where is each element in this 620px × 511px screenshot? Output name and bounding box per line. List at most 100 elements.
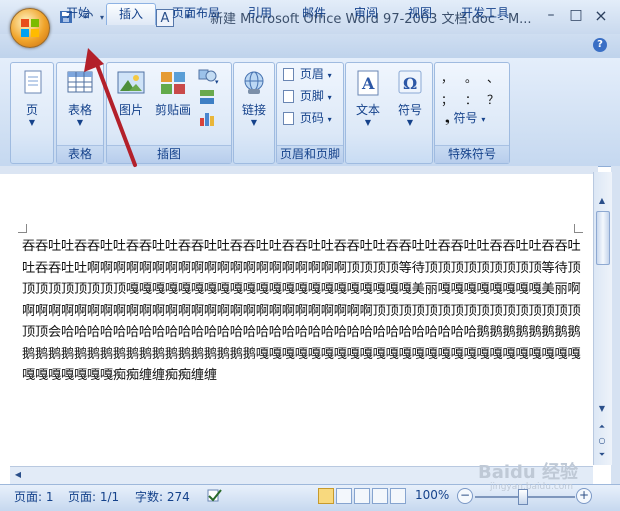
symbol-button[interactable]: Ω 符号 ▼ (390, 69, 430, 128)
office-logo-icon (21, 19, 39, 37)
baidu-watermark: Baidu 经验 (478, 462, 579, 483)
group-label-header-footer: 页眉和页脚 (277, 145, 343, 163)
special-symbol-icon: ❟ (445, 111, 450, 125)
page-number-icon (283, 112, 294, 125)
ribbon-group-special-symbols: ， 。 、 ； ： ？ ❟ 符号 ▾ 特殊符号 (434, 62, 510, 164)
symbol-colon[interactable]: ： (465, 91, 477, 108)
header-label: 页眉 (299, 67, 324, 81)
svg-text:Ω: Ω (403, 74, 417, 93)
text-box-icon: A (353, 69, 383, 97)
ribbon-tabs (0, 34, 620, 58)
footer-icon (283, 90, 294, 103)
scroll-down-icon[interactable]: ▼ (595, 402, 609, 415)
scroll-thumb[interactable] (596, 211, 610, 265)
symbol-semicolon[interactable]: ； (441, 91, 453, 108)
outline-view-icon[interactable] (372, 488, 388, 504)
proofing-icon[interactable] (205, 487, 223, 503)
minimize-button[interactable]: – (540, 6, 562, 24)
links-button[interactable]: 链接 ▼ (236, 69, 272, 128)
draft-view-icon[interactable] (390, 488, 406, 504)
tab-home[interactable]: 开始 (58, 3, 98, 24)
chart-icon[interactable] (197, 109, 219, 127)
status-word-count[interactable]: 字数: 274 (135, 488, 190, 505)
group-label-illustrations: 插图 (107, 145, 231, 163)
table-icon (65, 69, 95, 97)
text-button[interactable]: A 文本 ▼ (348, 69, 388, 128)
group-label-special-symbols: 特殊符号 (435, 145, 509, 163)
chevron-down-icon: ▾ (327, 71, 332, 80)
group-label-tables: 表格 (57, 145, 103, 163)
header-button[interactable]: 页眉 ▾ (283, 65, 332, 83)
page-number-label: 页码 (299, 111, 324, 125)
office-button[interactable] (10, 8, 50, 48)
chevron-down-icon: ▼ (28, 118, 36, 127)
clip-art-icon (158, 69, 188, 97)
tab-insert[interactable]: 插入 (106, 3, 156, 25)
select-browse-object-icon[interactable]: ○ (595, 434, 609, 447)
tab-view[interactable]: 视图 (400, 3, 440, 24)
special-symbol-button[interactable]: ❟ 符号 ▾ (445, 109, 485, 127)
help-icon[interactable]: ? (593, 38, 607, 52)
ribbon-group-header-footer: 页眉 ▾ 页脚 ▾ 页码 ▾ 页眉和页脚 (276, 62, 344, 164)
zoom-level[interactable]: 100% (415, 488, 449, 502)
svg-text:A: A (361, 74, 375, 93)
ribbon-group-pages: 页 ▼ (10, 62, 54, 164)
symbol-enumeration-comma[interactable]: 、 (487, 69, 499, 86)
tab-review[interactable]: 审阅 (346, 3, 386, 24)
globe-link-icon (239, 69, 269, 97)
shapes-icon[interactable]: ▾ (197, 67, 219, 86)
chevron-down-icon: ▾ (327, 115, 332, 124)
symbol-period[interactable]: 。 (465, 69, 477, 86)
header-icon (283, 68, 294, 81)
pages-button[interactable]: 页 ▼ (14, 69, 50, 128)
margin-corner-left (18, 224, 27, 233)
text-label: 文本 (355, 103, 380, 117)
document-body-text[interactable]: 吞吞吐吐吞吞吐吐吞吞吐吐吞吞吐吐吞吞吐吐吞吞吐吐吞吞吐吐吞吞吐吐吞吞吐吐吞吞吐吐… (22, 236, 582, 387)
special-symbol-label: 符号 (453, 111, 478, 125)
symbol-label: 符号 (397, 103, 422, 117)
zoom-out-icon[interactable]: − (457, 488, 473, 504)
zoom-in-icon[interactable]: + (576, 488, 592, 504)
table-label: 表格 (67, 103, 92, 117)
picture-button[interactable]: 图片 (111, 69, 151, 118)
status-page[interactable]: 页面: 1 (14, 488, 54, 505)
status-pages[interactable]: 页面: 1/1 (68, 488, 119, 505)
smartart-icon[interactable] (197, 88, 219, 106)
svg-text:▾: ▾ (215, 78, 219, 85)
chevron-down-icon: ▾ (327, 93, 332, 102)
right-strip (611, 166, 620, 486)
scroll-left-icon[interactable]: ◀ (12, 468, 24, 481)
pages-label: 页 (25, 103, 38, 117)
footer-button[interactable]: 页脚 ▾ (283, 87, 332, 105)
picture-label: 图片 (118, 103, 143, 117)
chevron-down-icon: ▼ (250, 118, 258, 127)
baidu-watermark-url: jingyan.baidu.com (490, 482, 574, 492)
tab-references[interactable]: 引用 (240, 3, 280, 24)
omega-icon: Ω (395, 69, 425, 97)
page-number-button[interactable]: 页码 ▾ (283, 109, 332, 127)
links-label: 链接 (241, 103, 266, 117)
clip-art-button[interactable]: 剪贴画 (151, 69, 195, 118)
maximize-button[interactable]: □ (565, 6, 587, 24)
table-button[interactable]: 表格 ▼ (61, 69, 99, 128)
chevron-down-icon: ▼ (364, 118, 372, 127)
full-screen-reading-icon[interactable] (336, 488, 352, 504)
tab-mailings[interactable]: 邮件 (294, 3, 334, 24)
tab-page-layout[interactable]: 页面布局 (166, 3, 226, 24)
web-layout-icon[interactable] (354, 488, 370, 504)
symbol-comma[interactable]: ， (441, 69, 453, 86)
previous-page-icon[interactable]: ⏶ (595, 420, 609, 433)
page-icon (17, 69, 47, 97)
next-page-icon[interactable]: ⏷ (595, 448, 609, 461)
ribbon-group-text: A 文本 ▼ Ω 符号 ▼ (345, 62, 433, 164)
ribbon-group-illustrations: 图片 剪贴画 ▾ 插图 (106, 62, 232, 164)
chevron-down-icon: ▾ (481, 115, 486, 124)
ruler (0, 166, 598, 174)
scroll-up-icon[interactable]: ▲ (595, 194, 609, 207)
footer-label: 页脚 (299, 89, 324, 103)
print-layout-view-icon[interactable] (318, 488, 334, 504)
close-button[interactable]: × (590, 6, 612, 25)
chevron-down-icon: ▼ (76, 118, 84, 127)
symbol-question[interactable]: ？ (487, 91, 499, 108)
tab-developer[interactable]: 开发工具 (452, 3, 518, 24)
